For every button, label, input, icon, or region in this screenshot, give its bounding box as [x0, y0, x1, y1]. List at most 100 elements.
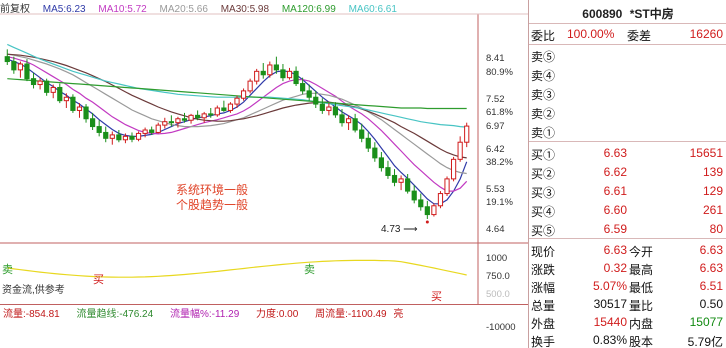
candlestick [280, 64, 286, 82]
indicator-tick: 750.0 [486, 271, 510, 282]
annotation-line: 个股趋势一般 [176, 198, 249, 212]
ask-row[interactable]: 卖⑤ [529, 45, 726, 65]
candlestick [385, 160, 391, 179]
annotation-line: 系统环境一般 [176, 183, 249, 197]
candlestick [50, 84, 56, 99]
flow-item: 亮 [393, 309, 404, 320]
stat-value: 30517 [593, 297, 627, 311]
flow-item: 流量趋线:-476.24 [76, 309, 154, 320]
candlestick [57, 83, 63, 104]
stat-value: 15077 [689, 315, 723, 329]
bid-price: 6.63 [603, 146, 627, 160]
candlestick [221, 100, 227, 112]
kline-svg [0, 13, 528, 304]
candlestick [464, 122, 470, 148]
ma-line-ma60 [7, 43, 467, 128]
indicator-name: 资金流,供参考 [2, 285, 65, 296]
candlestick [319, 98, 325, 114]
weibi-label: 委比 [531, 29, 556, 43]
stat-value: 0.83% [592, 333, 627, 347]
candlestick [391, 169, 398, 187]
candlestick [201, 111, 207, 123]
stat-value: 15440 [593, 315, 627, 329]
indicator-tick: 1000 [486, 253, 508, 264]
candlestick [135, 131, 142, 142]
flow-item: 周流量:-1100.49 [315, 309, 387, 320]
weicha-label: 委差 [627, 29, 652, 43]
bid-row[interactable]: 买③ 6.61 129 [529, 181, 726, 201]
candlestick [352, 113, 358, 133]
chart-annotation: 系统环境一般 个股趋势一般 [176, 183, 248, 213]
candlestick [214, 105, 220, 117]
stat-row: 总量 30517 量比 0.50 [529, 294, 726, 314]
candlestick [444, 176, 450, 196]
weibi-value: 100.00% [567, 27, 615, 41]
candlestick [378, 152, 384, 172]
candlestick [450, 156, 457, 182]
candlestick [109, 131, 115, 145]
candlestick [424, 200, 430, 219]
candlestick [4, 49, 10, 65]
stat-row: 涨幅 5.07% 最低 6.51 [529, 276, 726, 296]
price-tick: 4.64 [486, 224, 505, 235]
candlestick [63, 93, 69, 108]
price-tick: 19.1% [486, 197, 513, 208]
bid-row[interactable]: 买② 6.62 139 [529, 162, 726, 182]
flow-item: 流量:-854.81 [3, 309, 60, 320]
bid-price: 6.60 [603, 203, 627, 217]
price-tick: 5.53 [486, 184, 505, 195]
candlestick [398, 175, 404, 191]
buy-signal: 买 [431, 291, 442, 303]
price-tick: 8.41 [486, 53, 505, 64]
price-tick: 7.52 [486, 94, 505, 105]
bid-label: 买④ [531, 205, 556, 219]
fund-flow-bar: 流量:-854.81 流量趋线:-476.24 流量幅%:-11.29 力度:0… [0, 304, 528, 320]
candlestick [129, 132, 135, 143]
sell-signal: 卖 [304, 264, 315, 276]
bid-price: 6.61 [603, 184, 627, 198]
kline-chart-panel[interactable]: 前复权 MA5:6.23 MA10:5.72 MA20:5.66 MA30:5.… [0, 0, 528, 348]
ask-row[interactable]: 卖① [529, 121, 726, 141]
candlestick [155, 122, 161, 134]
stock-name: *ST中房 [629, 7, 674, 21]
price-tick: 6.42 [486, 144, 505, 155]
stat-row: 外盘 15440 内盘 15077 [529, 312, 726, 332]
indicator-tick: 500.0 [486, 289, 510, 300]
ask-label: 卖① [531, 126, 556, 140]
bid-price: 6.62 [603, 165, 627, 179]
stat-value: 6.51 [699, 279, 723, 293]
candlestick [44, 78, 50, 96]
ask-label: 卖② [531, 107, 556, 121]
bid-label: 买① [531, 148, 556, 162]
candlestick [11, 56, 17, 74]
candlestick [457, 136, 463, 162]
candlestick [103, 126, 109, 143]
weicha-value: 16260 [689, 27, 723, 41]
bid-volume: 80 [709, 222, 723, 236]
bid-volume: 15651 [689, 146, 723, 160]
quote-panel: 600890 *ST中房 委比 100.00% 委差 16260 卖⑤ 卖④ 卖③ 卖… [528, 0, 726, 348]
candlestick [188, 113, 194, 124]
ask-row[interactable]: 卖② [529, 102, 726, 122]
stat-value: 0.32 [603, 261, 627, 275]
stat-row: 涨跌 0.32 最高 6.63 [529, 258, 726, 278]
bid-row[interactable]: 买⑤ 6.59 80 [529, 219, 726, 239]
candlestick [293, 66, 299, 86]
flow-item: 流量幅%:-11.29 [169, 309, 240, 320]
price-tick: 38.2% [486, 157, 513, 168]
price-tick: 61.8% [486, 107, 513, 118]
low-point-dot [425, 220, 429, 224]
stock-code: 600890 [582, 7, 623, 21]
ask-row[interactable]: 卖④ [529, 64, 726, 84]
bid-row[interactable]: 买① 6.63 15651 [529, 143, 726, 163]
stat-row: 换手 0.83% 股本 5.79亿 [529, 330, 726, 348]
candlestick [254, 68, 260, 85]
price-tick: 80.9% [486, 67, 513, 78]
low-price-marker: 4.73 ⟶ [381, 224, 418, 235]
stat-label: 换手 [531, 335, 556, 348]
stock-header: 600890 *ST中房 [529, 0, 726, 22]
bid-row[interactable]: 买④ 6.60 261 [529, 200, 726, 220]
stat-value: 6.63 [699, 243, 723, 257]
ask-row[interactable]: 卖③ [529, 83, 726, 103]
flow-tick: -10000 [486, 322, 516, 333]
